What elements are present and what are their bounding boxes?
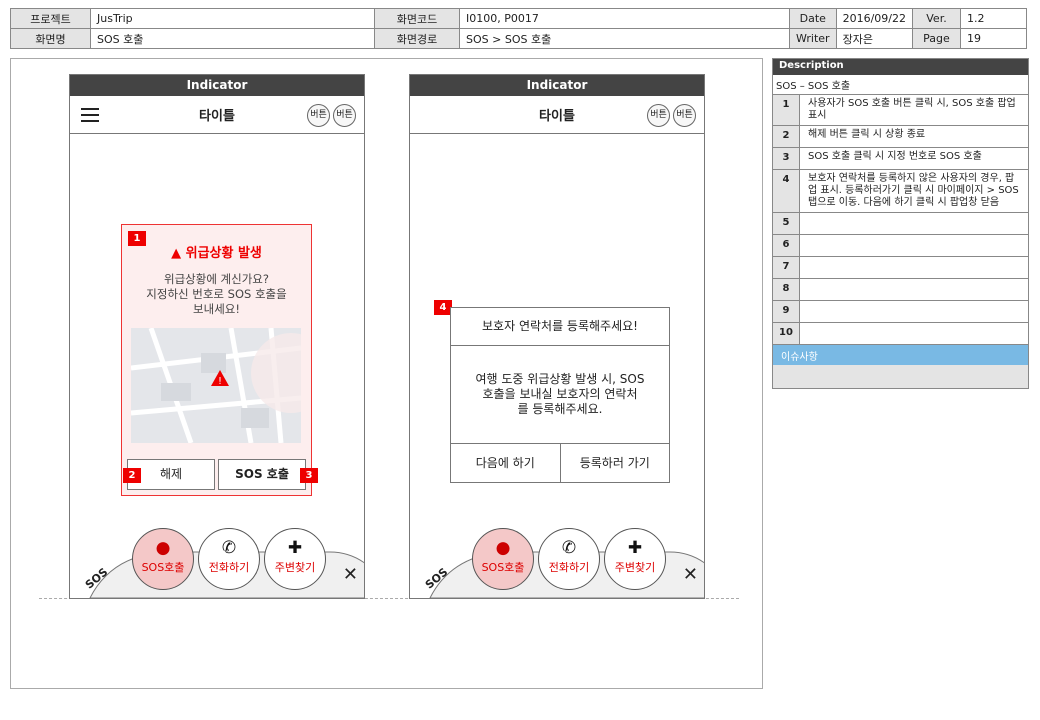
sos-call-button[interactable]: SOS 호출 [218,459,306,490]
nearby-label: 주변찾기 [274,561,316,574]
desc-text: 보호자 연락처를 등록하지 않은 사용자의 경우, 팝업 표시. 등록하러가기 … [808,173,1019,208]
desc-text [800,235,1028,256]
nearby-label: 주변찾기 [614,561,656,574]
header-button-2[interactable]: 버튼 [333,104,356,127]
phone-call-tab[interactable]: ✆ 전화하기 [198,528,260,590]
sos-bottom-bar: SOS ● SOS호출 ✆ 전화하기 ✚ 주변찾기 ✕ [410,528,704,598]
desc-text: 해제 버튼 클릭 시 상황 종료 [808,129,926,140]
header-button-1[interactable]: 버튼 [647,104,670,127]
desc-text [800,301,1028,322]
nav-bar: 타이틀 버튼 버튼 [410,96,704,134]
desc-text [800,279,1028,300]
sos-call-tab[interactable]: ● SOS호출 [132,528,194,590]
phone-icon: ✆ [561,538,577,558]
phone-icon: ✆ [221,538,237,558]
annotation-badge-2: 2 [123,468,141,483]
issues-label: 이슈사항 [773,345,1028,365]
warning-icon: ▲ [171,246,182,261]
sos-call-tab[interactable]: ● SOS호출 [472,528,534,590]
screen-path-value: SOS > SOS 호출 [459,28,790,49]
description-subtitle: SOS – SOS 호출 [773,75,1028,95]
wireframe-canvas: Indicator 타이틀 버튼 버튼 1 ▲ 위급상황 발생 위급상황에 계신… [10,58,763,689]
doc-header-table: 프로젝트 JusTrip 화면코드 I0100, P0017 Date 2016… [10,8,1027,49]
popup-title-text: 위급상황 발생 [185,246,262,261]
page-value: 19 [959,28,1027,49]
desc-text: 사용자가 SOS 호출 버튼 클릭 시, SOS 호출 팝업 표시 [808,98,1016,121]
nearby-tab[interactable]: ✚ 주변찾기 [264,528,326,590]
screen-code-value: I0100, P0017 [459,8,790,29]
siren-icon: ● [155,538,171,558]
desc-text: SOS 호출 클릭 시 지정 번호로 SOS 호출 [808,151,982,162]
nearby-tab[interactable]: ✚ 주변찾기 [604,528,666,590]
desc-num: 10 [773,323,800,344]
desc-num: 7 [773,257,800,278]
screen-name-label: 화면명 [10,28,91,49]
desc-num: 9 [773,301,800,322]
desc-text [800,213,1028,234]
siren-icon: ● [495,538,511,558]
phone-call-label: 전화하기 [548,561,590,574]
popup-title: ▲ 위급상황 발생 [122,242,311,261]
sos-bottom-bar: SOS ● SOS호출 ✆ 전화하기 ✚ 주변찾기 ✕ [70,528,364,598]
description-title: Description [773,59,1028,75]
project-value: JusTrip [90,8,375,29]
desc-num: 6 [773,235,800,256]
close-icon[interactable]: ✕ [683,564,698,585]
annotation-badge-3: 3 [300,468,318,483]
screen-name-value: SOS 호출 [90,28,375,49]
screen-code-label: 화면코드 [374,8,460,29]
desc-num: 8 [773,279,800,300]
project-label: 프로젝트 [10,8,91,29]
hospital-icon: ✚ [627,538,643,558]
guardian-register-popup: 보호자 연락처를 등록해주세요! 여행 도중 위급상황 발생 시, SOS 호출… [450,307,670,483]
status-indicator: Indicator [410,75,704,96]
sos-call-label: SOS호출 [141,561,185,574]
date-label: Date [789,8,837,29]
desc-num: 4 [773,170,800,212]
writer-label: Writer [789,28,837,49]
desc-num: 2 [773,126,800,147]
header-button-1[interactable]: 버튼 [307,104,330,127]
phone-call-tab[interactable]: ✆ 전화하기 [538,528,600,590]
close-icon[interactable]: ✕ [343,564,358,585]
popup-title: 보호자 연락처를 등록해주세요! [451,308,669,346]
issues-body [773,365,1028,388]
status-indicator: Indicator [70,75,364,96]
header-button-2[interactable]: 버튼 [673,104,696,127]
later-button[interactable]: 다음에 하기 [451,444,561,482]
hospital-icon: ✚ [287,538,303,558]
popup-message: 위급상황에 계신가요? 지정하신 번호로 SOS 호출을 보내세요! [146,272,287,316]
register-button[interactable]: 등록하러 가기 [561,444,670,482]
desc-num: 5 [773,213,800,234]
map-image: ! [131,328,301,443]
screen-path-label: 화면경로 [374,28,460,49]
desc-text [800,257,1028,278]
sos-alert-popup: 1 ▲ 위급상황 발생 위급상황에 계신가요? 지정하신 번호로 SOS 호출을… [121,224,318,496]
ver-label: Ver. [911,8,961,29]
page-label: Page [911,28,961,49]
desc-num: 3 [773,148,800,169]
phone-screen-2: Indicator 타이틀 버튼 버튼 4 보호자 연락처를 등록해주세요! 여… [409,74,705,599]
desc-num: 1 [773,95,800,125]
date-value: 2016/09/22 [835,8,913,29]
phone-call-label: 전화하기 [208,561,250,574]
nav-bar: 타이틀 버튼 버튼 [70,96,364,134]
svg-text:!: ! [218,376,222,387]
writer-value: 장자은 [835,28,913,49]
ver-value: 1.2 [959,8,1027,29]
sos-call-label: SOS호출 [481,561,525,574]
phone-screen-1: Indicator 타이틀 버튼 버튼 1 ▲ 위급상황 발생 위급상황에 계신… [69,74,365,599]
desc-text [800,323,1028,344]
popup-message: 여행 도중 위급상황 발생 시, SOS 호출을 보내실 보호자의 연락처 를 … [451,346,669,444]
description-panel: Description SOS – SOS 호출 1 사용자가 SOS 호출 버튼… [772,58,1029,389]
